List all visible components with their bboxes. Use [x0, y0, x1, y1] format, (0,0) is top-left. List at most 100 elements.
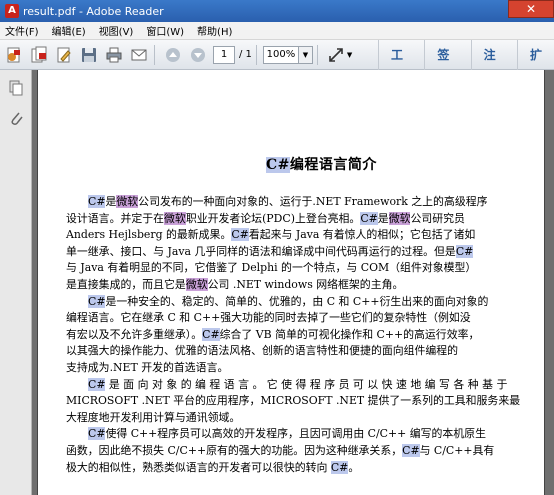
text-line: MICROSOFT .NET 平台的应用程序，MICROSOFT .NET 提供… [66, 393, 520, 410]
attachments-icon [11, 112, 23, 125]
document-title: C#编程语言简介 [266, 154, 377, 174]
print-icon [106, 47, 122, 62]
toolbar-separator [316, 44, 318, 65]
text-run: 公司 .NET windows 网络框架的主角。 [207, 277, 404, 291]
text-run: 函数，因此绝不损失 C/C++原有的强大的功能。因为这种继承关系， [66, 443, 403, 457]
text-run: 与 Java 有着明显的不同，它借鉴了 Delphi 的一个特点，与 COM（组… [66, 261, 477, 275]
text-run: 大程度地开发利用计算与通讯领域。 [66, 410, 241, 424]
text-run: 。 [348, 460, 360, 474]
text-line: C#使得 C++程序员可以高效的开发程序，且因可调用由 C/C++ 编写的本机原… [66, 426, 491, 443]
search-highlight: C# [402, 443, 420, 457]
previous-page-button[interactable] [162, 44, 184, 66]
search-highlight: C# [330, 460, 349, 474]
text-run: 公司发布的一种面向对象的、运行于.NET Framework 之上的高级程序 [138, 195, 488, 208]
search-highlight-alt: 微软 [116, 195, 139, 208]
text-line: 支持成为.NET 开发的首选语言。 [66, 360, 491, 377]
text-run: 看起来与 Java 有着惊人的相似；它包括了诸如 [248, 228, 476, 242]
menu-edit[interactable]: 编辑(E) [47, 23, 94, 38]
text-run: 是 [105, 195, 117, 208]
extend-button[interactable]: 扩 [516, 40, 554, 70]
zoom-select[interactable]: 100% ▼ [262, 45, 313, 64]
close-button[interactable]: ✕ [508, 0, 554, 18]
search-highlight-alt: 微软 [388, 211, 411, 225]
text-run: 极大的相似性，熟悉类似语言的开发者可以很快的转向 [66, 460, 331, 474]
text-line: C#是微软公司发布的一种面向对象的、运行于.NET Framework 之上的高… [66, 194, 491, 211]
title-text: 编程语言简介 [289, 157, 377, 173]
text-run: 有宏以及不允许多重继承）。 [66, 327, 203, 341]
text-line: 是直接集成的，而且它是微软公司 .NET windows 网络框架的主角。 [66, 277, 491, 294]
sign-button[interactable]: 签名 [424, 40, 470, 92]
text-run: 以其强大的操作能力、优雅的语法风格、创新的语言特性和便捷的面向组件编程的 [66, 344, 459, 358]
email-button[interactable] [128, 44, 150, 66]
search-highlight: C# [231, 228, 249, 242]
task-buttons: 工具 签名 注释 扩 [378, 40, 554, 92]
fit-page-button[interactable] [325, 44, 347, 66]
search-highlight: C# [88, 377, 106, 391]
text-line: 设计语言。并定于在微软职业开发者论坛(PDC)上登台亮相。C#是微软公司研究员 [66, 211, 491, 228]
save-button[interactable] [78, 44, 100, 66]
text-run: 支持成为.NET 开发的首选语言。 [66, 360, 229, 374]
text-run: 是一种安全的、稳定的、简单的、优雅的，由 C 和 C++衍生出来的面向对象的 [105, 294, 489, 308]
menu-file[interactable]: 文件(F) [0, 23, 47, 38]
text-run: 单一继承、接口、与 Java 几乎同样的语法和编译成中间代码再运行的过程。但是 [66, 244, 456, 258]
toolbar: 1 / 1 100% ▼ ▼ 工具 签名 注释 扩 [0, 40, 554, 92]
edit-button[interactable] [53, 44, 75, 66]
combine-pdf-icon [31, 46, 47, 62]
text-line: 函数，因此绝不损失 C/C++原有的强大的功能。因为这种继承关系，C#与 C/C… [66, 443, 494, 460]
page-number-input[interactable]: 1 [213, 45, 235, 64]
comment-button[interactable]: 注释 [470, 40, 517, 92]
text-line: Anders Hejlsberg 的最新成果。C#看起来与 Java 有着惊人的… [66, 227, 491, 244]
print-button[interactable] [103, 44, 125, 66]
toolbar-separator [154, 44, 155, 65]
text-run: 编程语言。它在继承 C 和 C++强大功能的同时去掉了一些它们的复杂特性（例如没 [66, 311, 471, 325]
page-total: / 1 [239, 49, 252, 60]
tools-button[interactable]: 工具 [378, 40, 424, 92]
text-run: 职业开发者论坛(PDC)上登台亮相。 [185, 211, 361, 225]
pages-icon [9, 80, 23, 96]
menu-help[interactable]: 帮助(H) [192, 23, 240, 38]
previous-page-icon [166, 47, 180, 62]
text-run: 与 C/C++具有 [419, 443, 495, 457]
text-run: 是 面 向 对 象 的 编 程 语 言 。 它 使 得 程 序 员 可 以 快 … [105, 377, 508, 391]
document-body: C#是微软公司发布的一种面向对象的、运行于.NET Framework 之上的高… [66, 194, 520, 477]
search-highlight: C# [88, 195, 106, 208]
text-line: C# 是 面 向 对 象 的 编 程 语 言 。 它 使 得 程 序 员 可 以… [66, 377, 507, 394]
text-run: 使得 C++程序员可以高效的开发程序，且因可调用由 C/C++ 编写的本机原生 [105, 427, 486, 441]
create-pdf-icon [7, 47, 20, 62]
text-line: 编程语言。它在继承 C 和 C++强大功能的同时去掉了一些它们的复杂特性（例如没 [66, 310, 491, 327]
text-line: C#是一种安全的、稳定的、简单的、优雅的，由 C 和 C++衍生出来的面向对象的 [66, 294, 491, 311]
text-line: 大程度地开发利用计算与通讯领域。 [66, 410, 491, 427]
search-highlight: C# [455, 244, 474, 258]
text-run: 是直接集成的，而且它是 [66, 277, 186, 291]
menu-window[interactable]: 窗口(W) [141, 23, 192, 38]
search-highlight: C# [88, 294, 106, 308]
text-line: 以其强大的操作能力、优雅的语法风格、创新的语言特性和便捷的面向组件编程的 [66, 343, 491, 360]
combine-pdf-button[interactable] [28, 44, 50, 66]
window-title: result.pdf - Adobe Reader [23, 4, 164, 18]
text-line: 单一继承、接口、与 Java 几乎同样的语法和编译成中间代码再运行的过程。但是C… [66, 244, 491, 261]
fit-page-icon [329, 47, 343, 62]
attachments-button[interactable] [4, 106, 28, 130]
menu-view[interactable]: 视图(V) [94, 23, 142, 38]
pages-button[interactable] [4, 76, 28, 100]
zoom-value: 100% [266, 49, 296, 60]
next-page-icon [191, 47, 205, 62]
next-page-button[interactable] [187, 44, 209, 66]
text-line: 有宏以及不允许多重继承）。C#综合了 VB 简单的可视化操作和 C++的高运行效… [66, 327, 491, 344]
create-pdf-button[interactable] [3, 44, 25, 66]
chevron-down-icon[interactable]: ▼ [347, 51, 352, 59]
search-highlight: C# [202, 327, 220, 341]
search-highlight-alt: 微软 [185, 277, 208, 291]
menu-bar: 文件(F) 编辑(E) 视图(V) 窗口(W) 帮助(H) [0, 22, 554, 40]
adobe-reader-icon: A [5, 4, 19, 18]
edit-icon [57, 47, 71, 62]
text-run: Anders Hejlsberg 的最新成果。 [66, 228, 232, 242]
search-highlight: C# [360, 211, 378, 225]
title-highlight: C# [266, 157, 290, 173]
search-highlight-alt: 微软 [164, 211, 186, 225]
chevron-down-icon[interactable]: ▼ [297, 46, 312, 63]
toolbar-separator [255, 44, 257, 65]
text-run: 设计语言。并定于在 [66, 211, 165, 225]
text-line: 极大的相似性，熟悉类似语言的开发者可以很快的转向 C#。 [66, 460, 491, 477]
text-run: 是 [377, 211, 389, 225]
